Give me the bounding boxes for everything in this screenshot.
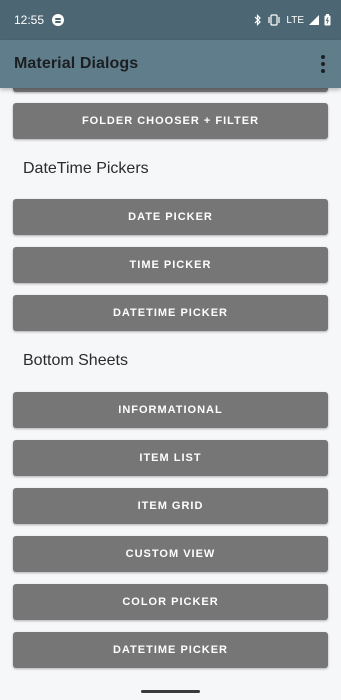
battery-icon	[324, 14, 331, 26]
overflow-menu-icon[interactable]	[315, 52, 331, 76]
section-title-bottom-sheets: Bottom Sheets	[23, 352, 128, 369]
section-title-datetime: DateTime Pickers	[23, 160, 149, 177]
item-grid-button[interactable]: ITEM GRID	[13, 488, 328, 524]
signal-icon	[309, 15, 319, 25]
previous-button[interactable]	[13, 88, 328, 92]
gesture-nav-handle[interactable]	[141, 690, 200, 693]
color-picker-button[interactable]: COLOR PICKER	[13, 584, 328, 620]
status-time: 12:55	[14, 13, 45, 27]
status-bar: 12:55 LTE	[0, 0, 341, 40]
informational-button[interactable]: INFORMATIONAL	[13, 392, 328, 428]
dialog-list[interactable]: FOLDER CHOOSER + FILTER DateTime Pickers…	[0, 88, 341, 700]
app-bar: Material Dialogs	[0, 40, 341, 88]
app-title: Material Dialogs	[14, 55, 139, 72]
status-icons: LTE	[254, 14, 331, 26]
folder-chooser-filter-button[interactable]: FOLDER CHOOSER + FILTER	[13, 103, 328, 139]
custom-view-button[interactable]: CUSTOM VIEW	[13, 536, 328, 572]
spotify-icon	[52, 14, 65, 26]
network-type: LTE	[286, 14, 304, 26]
datetime-picker-button[interactable]: DATETIME PICKER	[13, 295, 328, 331]
vibrate-icon	[268, 14, 280, 26]
date-picker-button[interactable]: DATE PICKER	[13, 199, 328, 235]
bluetooth-icon	[254, 14, 262, 26]
time-picker-button[interactable]: TIME PICKER	[13, 247, 328, 283]
item-list-button[interactable]: ITEM LIST	[13, 440, 328, 476]
datetime-picker-sheet-button[interactable]: DATETIME PICKER	[13, 632, 328, 668]
